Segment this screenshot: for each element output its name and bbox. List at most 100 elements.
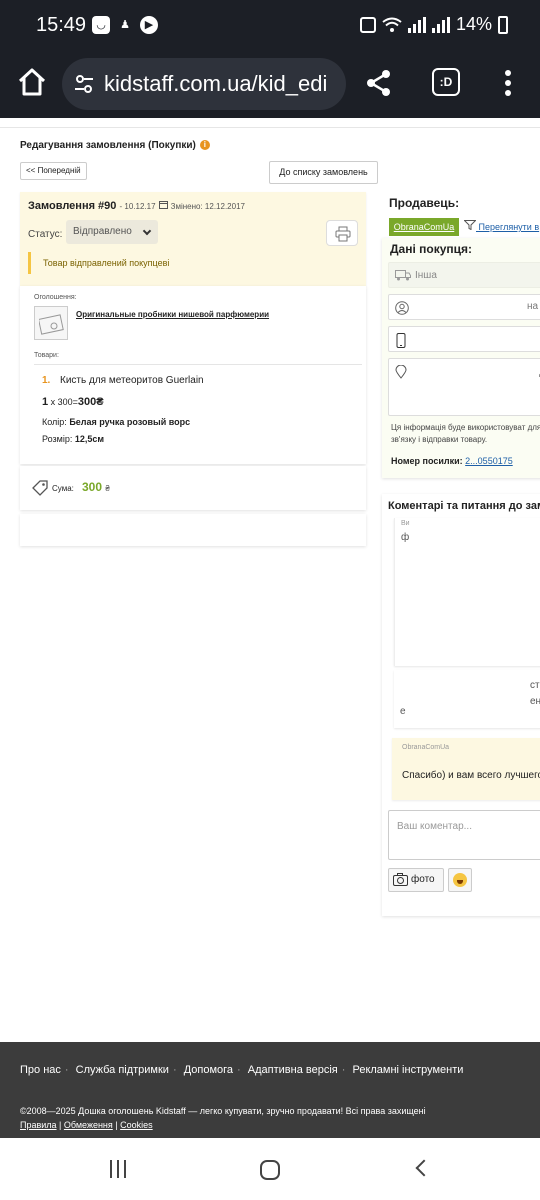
footer-links: Про нас · Служба підтримки · Допомога · Ада… bbox=[20, 1064, 467, 1076]
browser-toolbar: kidstaff.com.ua/kid_edi :D bbox=[0, 52, 540, 118]
footer-link-help[interactable]: Допомога bbox=[184, 1064, 233, 1076]
ad-link[interactable]: Оригинальные пробники нишевой парфюмерии bbox=[76, 310, 269, 319]
seller-filter-link[interactable]: Переглянути в bbox=[463, 220, 539, 232]
user-icon bbox=[395, 301, 409, 315]
copyright: ©2008—2025 Дошка оголошень Kidstaff — ле… bbox=[20, 1106, 426, 1116]
location-pin-icon bbox=[395, 365, 407, 379]
comment-item-seller: ObranaComUa Спасибо) и вам всего лучшего bbox=[392, 738, 540, 800]
legal-link-restrictions[interactable]: Обмеження bbox=[64, 1120, 113, 1130]
order-title-row: Замовлення #90 - 10.12.17 Змінено: 12.12… bbox=[28, 200, 245, 212]
orders-list-button[interactable]: До списку замовлень bbox=[269, 161, 378, 184]
home-icon[interactable] bbox=[16, 66, 48, 98]
buyer-address-field[interactable]: д bbox=[388, 358, 540, 416]
buyer-name-field[interactable]: на bbox=[388, 294, 540, 320]
separator: · bbox=[341, 1064, 346, 1076]
order-date: - 10.12.17 bbox=[119, 202, 156, 211]
phone-icon bbox=[396, 333, 406, 348]
comment-text: ф bbox=[401, 532, 410, 543]
page-title-text: Редагування замовлення (Покупки) bbox=[20, 140, 196, 151]
photo-button[interactable]: фото bbox=[388, 868, 444, 892]
buyer-phone-field[interactable] bbox=[388, 326, 540, 352]
sum-value: 300 ₴ bbox=[82, 480, 110, 494]
tracking-label: Номер посилки: bbox=[391, 456, 463, 466]
site-footer: Про нас · Служба підтримки · Допомога · Ада… bbox=[0, 1042, 540, 1138]
notification-icons: ◡ ♟ ▶ bbox=[92, 16, 158, 34]
legal-link-rules[interactable]: Правила bbox=[20, 1120, 57, 1130]
top-strip bbox=[0, 118, 540, 128]
item-color-value: Белая ручка розовый ворс bbox=[69, 417, 191, 427]
smile-icon bbox=[453, 873, 467, 887]
price-tag-icon bbox=[32, 480, 48, 496]
share-icon[interactable] bbox=[364, 68, 394, 98]
wifi-icon bbox=[382, 17, 402, 32]
buyer-name-text: на bbox=[527, 301, 539, 312]
item-qty-count: 1 bbox=[42, 396, 49, 408]
address-bar[interactable]: kidstaff.com.ua/kid_edi bbox=[62, 58, 346, 110]
comment-text: ст bbox=[530, 680, 540, 691]
item-number: 1. bbox=[42, 375, 51, 386]
comment-input[interactable]: Ваш коментар... bbox=[388, 810, 540, 860]
separator: · bbox=[64, 1064, 69, 1076]
comment-text: ен bbox=[530, 696, 540, 707]
footer-link-support[interactable]: Служба підтримки bbox=[76, 1064, 169, 1076]
battery-icon bbox=[498, 15, 508, 34]
status-value: Відправлено bbox=[73, 226, 132, 237]
previous-button[interactable]: << Попередній bbox=[20, 162, 87, 180]
separator: · bbox=[172, 1064, 177, 1076]
footer-link-adaptive[interactable]: Адаптивна версія bbox=[248, 1064, 338, 1076]
buyer-title: Дані покупця: bbox=[390, 242, 473, 256]
recent-apps-icon[interactable] bbox=[110, 1160, 130, 1180]
tracking-value[interactable]: 2...0550175 bbox=[465, 456, 513, 466]
order-number: Замовлення #90 bbox=[28, 200, 117, 212]
item-color-label: Колір: bbox=[42, 417, 67, 427]
legal-link-cookies[interactable]: Cookies bbox=[120, 1120, 153, 1130]
item-color: Колір: Белая ручка розовый ворс bbox=[42, 417, 190, 427]
media-icon: ▶ bbox=[140, 16, 158, 34]
tab-switcher-button[interactable]: :D bbox=[432, 68, 460, 96]
status-select[interactable]: Відправлено bbox=[66, 220, 158, 244]
item-size-value: 12,5см bbox=[74, 434, 105, 444]
system-icons: 14% bbox=[359, 14, 508, 35]
order-header-card: Замовлення #90 - 10.12.17 Змінено: 12.12… bbox=[20, 192, 366, 286]
item-quantity: 1 x 300=300₴ bbox=[42, 396, 104, 408]
info-icon[interactable]: i bbox=[199, 140, 210, 150]
goods-label: Товари: bbox=[34, 352, 59, 359]
status-label: Статус: bbox=[28, 229, 63, 240]
comment-text: Спасибо) и вам всего лучшего bbox=[402, 770, 540, 781]
order-changed: Змінено: 12.12.2017 bbox=[170, 202, 245, 211]
footer-link-about[interactable]: Про нас bbox=[20, 1064, 61, 1076]
emoji-button[interactable] bbox=[448, 868, 472, 892]
site-settings-icon[interactable] bbox=[74, 74, 94, 94]
comment-author: Ви bbox=[401, 520, 410, 527]
delivery-value: Інша bbox=[415, 270, 437, 281]
sum-amount: 300 bbox=[82, 480, 103, 494]
printer-icon bbox=[335, 226, 351, 242]
item-name: Кисть для метеоритов Guerlain bbox=[60, 375, 204, 386]
comment-item: ст ен е bbox=[394, 670, 540, 728]
sum-label: Сума: bbox=[52, 484, 74, 493]
footer-link-ads[interactable]: Рекламні інструменти bbox=[352, 1064, 463, 1076]
chevron-down-icon bbox=[142, 226, 152, 236]
back-icon[interactable] bbox=[415, 1159, 433, 1177]
separator: · bbox=[237, 1064, 241, 1076]
home-nav-icon[interactable] bbox=[260, 1160, 280, 1180]
comment-item: Ви ф bbox=[394, 518, 540, 666]
delivery-field[interactable]: Інша bbox=[388, 262, 540, 288]
comment-text: е bbox=[400, 706, 406, 717]
comments-card: Коментарі та питання до зам Ви ф ст ен е… bbox=[382, 494, 540, 916]
legal-links: Правила | Обмеження | Cookies bbox=[20, 1120, 153, 1130]
ad-label: Оголошення: bbox=[34, 294, 77, 301]
comment-author: ObranaComUa bbox=[402, 744, 450, 751]
page-title: Редагування замовлення (Покупки) i bbox=[20, 140, 210, 151]
comment-placeholder: Ваш коментар... bbox=[397, 821, 472, 832]
buyer-info-note: Ця інформація буде використовуват для зв… bbox=[391, 423, 540, 444]
comments-title: Коментарі та питання до зам bbox=[388, 500, 540, 512]
status-notice: Товар відправлений покупцеві bbox=[28, 252, 358, 274]
print-button[interactable] bbox=[326, 220, 358, 246]
more-options-icon[interactable] bbox=[500, 68, 516, 98]
ad-thumbnail[interactable] bbox=[34, 306, 68, 340]
shopping-bag-icon: ◡ bbox=[92, 16, 110, 34]
truck-icon bbox=[395, 270, 411, 281]
item-size-label: Розмір: bbox=[42, 434, 73, 444]
seller-name-badge[interactable]: ObranaComUa bbox=[389, 218, 459, 236]
